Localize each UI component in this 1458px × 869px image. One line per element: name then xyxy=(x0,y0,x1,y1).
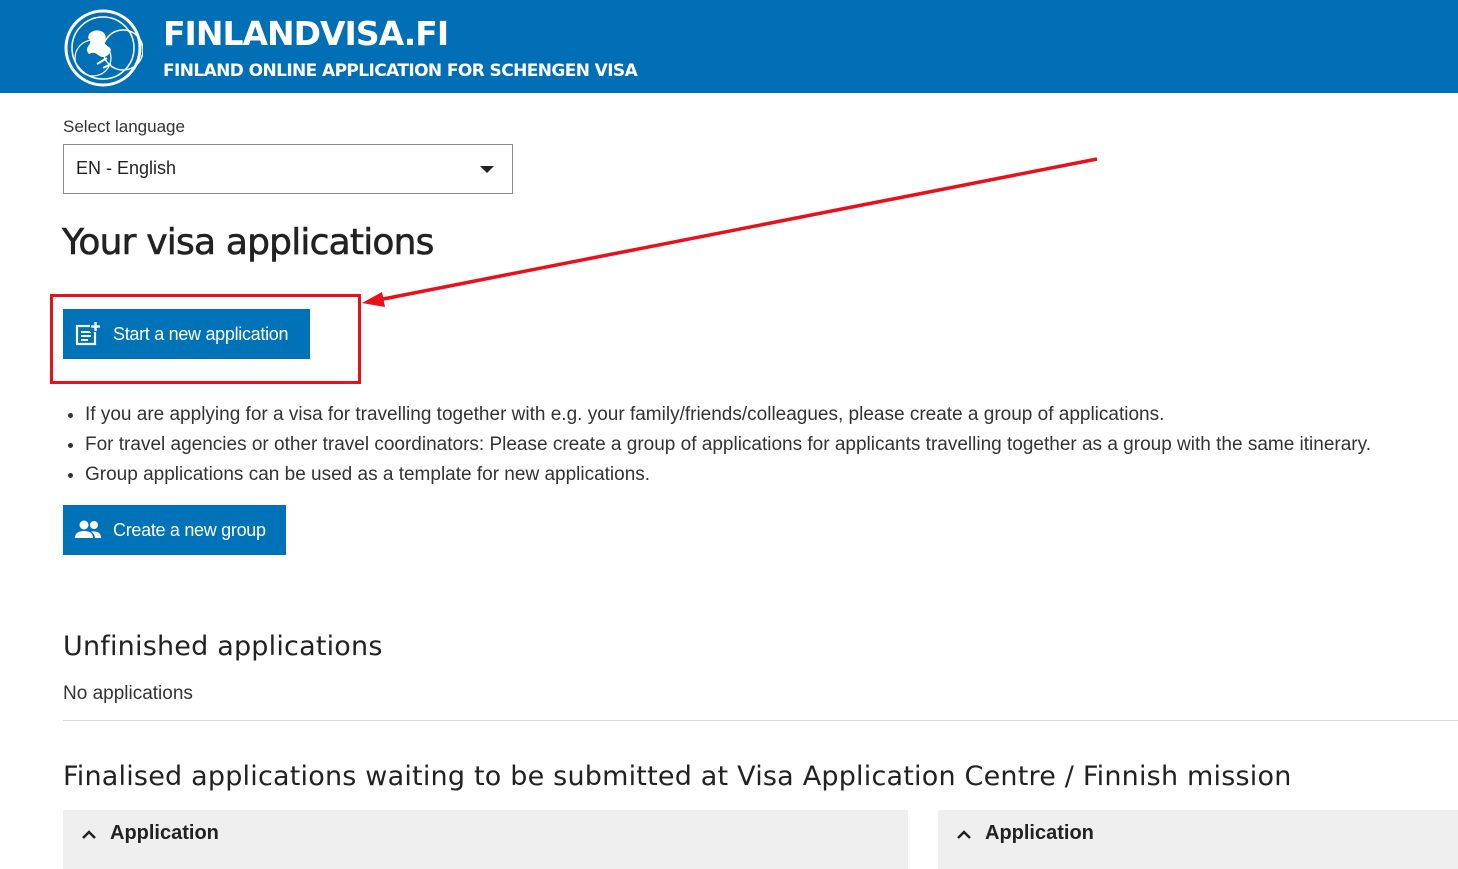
application-card[interactable]: Application xyxy=(63,810,908,869)
list-item: For travel agencies or other travel coor… xyxy=(85,430,1458,460)
language-label: Select language xyxy=(63,117,185,136)
site-title[interactable]: FINLANDVISA.FI xyxy=(163,14,449,54)
application-card[interactable]: Application xyxy=(938,810,1458,869)
page-title: Your visa applications xyxy=(62,222,435,264)
list-item: If you are applying for a visa for trave… xyxy=(85,400,1458,430)
group-icon xyxy=(75,520,101,538)
language-selected-value: EN - English xyxy=(76,158,177,178)
no-applications-text: No applications xyxy=(63,683,193,704)
section-divider xyxy=(63,720,1458,721)
chevron-down-icon xyxy=(480,166,494,173)
create-new-group-label: Create a new group xyxy=(113,519,266,540)
site-header: FINLANDVISA.FI FINLAND ONLINE APPLICATIO… xyxy=(0,0,1458,93)
list-item: Group applications can be used as a temp… xyxy=(85,460,1458,490)
annotation-highlight-box xyxy=(50,294,361,384)
finland-lion-logo-icon[interactable] xyxy=(63,8,143,88)
info-list: If you are applying for a visa for trave… xyxy=(63,400,1458,490)
chevron-up-icon[interactable] xyxy=(80,826,98,844)
unfinished-applications-title: Unfinished applications xyxy=(63,631,383,662)
language-select[interactable]: EN - English xyxy=(63,144,513,194)
site-subtitle: FINLAND ONLINE APPLICATION FOR SCHENGEN … xyxy=(163,61,638,81)
finalised-applications-title: Finalised applications waiting to be sub… xyxy=(63,761,1292,792)
application-card-title: Application xyxy=(985,822,1094,844)
chevron-up-icon[interactable] xyxy=(955,826,973,844)
create-new-group-button[interactable]: Create a new group xyxy=(63,505,286,555)
application-card-title: Application xyxy=(110,822,219,844)
